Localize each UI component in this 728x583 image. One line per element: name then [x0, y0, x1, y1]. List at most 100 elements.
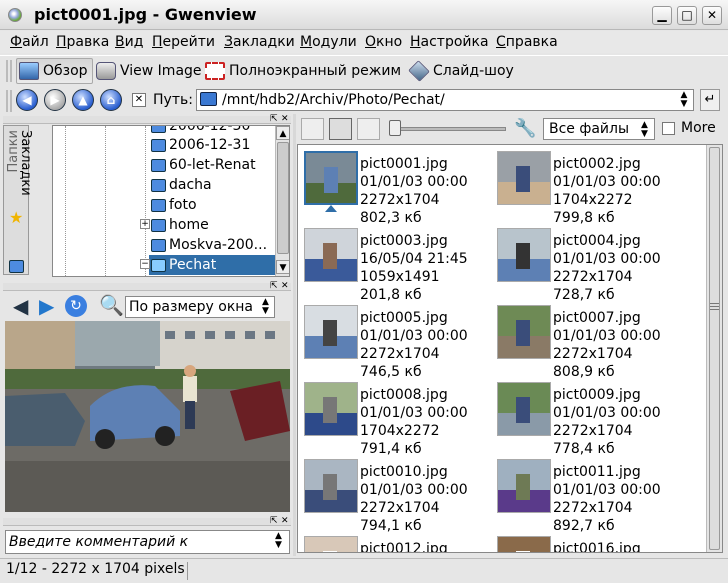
slideshow-button[interactable]: Слайд-шоу [407, 58, 518, 84]
folder-icon [151, 198, 166, 212]
next-icon[interactable]: ▶ [39, 294, 54, 318]
tree-item[interactable]: Moskva-200... [151, 235, 267, 255]
thumbnail-info[interactable]: pict0008.jpg 01/01/03 00:00 1704x2272 791,4… [360, 386, 468, 458]
tree-item[interactable]: dacha [151, 175, 212, 195]
menu-go[interactable]: Перейти [152, 34, 215, 50]
main-image [5, 321, 290, 512]
file-filter-select[interactable]: Все файлы [543, 118, 655, 140]
thumbnail-image[interactable] [304, 151, 358, 205]
tree-item[interactable]: 2006-12-31 [151, 135, 250, 155]
scroll-down-icon[interactable]: ▼ [276, 260, 289, 274]
thumbnail-info[interactable]: pict0005.jpg 01/01/03 00:00 2272x1704 746,5… [360, 309, 468, 381]
browse-button[interactable]: Обзор [16, 58, 93, 84]
view-image-button[interactable]: View Image [94, 58, 206, 84]
tree-item[interactable]: 60-let-Renat [151, 155, 256, 175]
thumbnail-size: 802,3 кб [360, 210, 422, 226]
menu-file[interactable]: Файл [10, 34, 49, 50]
slider-handle[interactable] [389, 120, 401, 136]
fullscreen-button[interactable]: Полноэкранный режим [203, 58, 405, 84]
previous-icon[interactable]: ◀ [13, 294, 28, 318]
scroll-thumb[interactable] [709, 147, 720, 550]
forward-icon[interactable]: ▶ [44, 89, 66, 111]
thumbnail-view-icon[interactable] [357, 118, 380, 140]
dock-close-icon[interactable]: ✕ [281, 281, 289, 291]
zoom-select[interactable]: По размеру окна [125, 296, 275, 318]
thumbnail-image[interactable] [497, 382, 551, 436]
up-icon[interactable]: ▲ [72, 89, 94, 111]
tree-item-selected[interactable]: Pechat [151, 255, 216, 275]
menu-window[interactable]: Окно [365, 34, 402, 50]
dock-float-icon[interactable]: ⇱ [270, 114, 278, 124]
zoom-dropdown-arrow[interactable]: ▲ ▼ [262, 298, 269, 316]
thumbnail-dims: 1059x1491 [360, 269, 440, 285]
thumbnail-info[interactable]: pict0016.jpg [553, 540, 641, 552]
folder-icon [200, 92, 217, 106]
thumbnail-info[interactable]: pict0012.jpg [360, 540, 448, 552]
tree-scrollbar[interactable]: ▲ ▼ [275, 126, 289, 276]
thumbnail-image[interactable] [497, 459, 551, 513]
close-button[interactable]: ✕ [702, 6, 722, 25]
scroll-up-icon[interactable]: ▲ [276, 126, 289, 140]
list-view-icon[interactable] [301, 118, 324, 140]
status-text: 1/12 - 2272 x 1704 pixels [6, 561, 185, 577]
thumbnail-dims: 2272x1704 [553, 269, 633, 285]
thumbnail-info[interactable]: pict0011.jpg 01/01/03 00:00 2272x1704 892,7… [553, 463, 661, 535]
menu-view[interactable]: Вид [115, 34, 143, 50]
thumbnail-info[interactable]: pict0007.jpg 01/01/03 00:00 2272x1704 808,9… [553, 309, 661, 381]
tab-bookmarks[interactable]: Закладки [18, 130, 33, 196]
clear-location-icon[interactable]: ✕ [132, 93, 146, 107]
thumbnail-info[interactable]: pict0010.jpg 01/01/03 00:00 2272x1704 794,1… [360, 463, 468, 535]
reload-icon[interactable]: ↻ [65, 295, 87, 317]
comment-scroll-arrows[interactable]: ▲ ▼ [275, 532, 282, 550]
minimize-button[interactable]: ▁ [652, 6, 672, 25]
toolbar-handle[interactable] [6, 60, 12, 82]
zoom-icon[interactable]: 🔍 [99, 293, 124, 317]
thumbnail-image[interactable] [497, 151, 551, 205]
more-checkbox[interactable] [662, 122, 675, 135]
thumbnail-info[interactable]: pict0004.jpg 01/01/03 00:00 2272x1704 728,7… [553, 232, 661, 304]
dock-float-icon[interactable]: ⇱ [270, 281, 278, 291]
thumbnail-info[interactable]: pict0002.jpg 01/01/03 00:00 1704x2272 799,8… [553, 155, 661, 227]
thumbnail-image[interactable] [304, 459, 358, 513]
collapse-icon[interactable]: − [140, 259, 150, 269]
path-label: Путь: [153, 92, 193, 108]
tree-item[interactable]: foto [151, 195, 197, 215]
expand-icon[interactable]: + [140, 219, 150, 229]
vertical-splitter[interactable] [293, 114, 296, 556]
menu-help[interactable]: Справка [496, 34, 558, 50]
detail-view-icon[interactable] [329, 118, 352, 140]
menu-bookmarks[interactable]: Закладки [224, 34, 295, 50]
path-dropdown-arrow[interactable]: ▲ ▼ [677, 91, 691, 109]
back-icon[interactable]: ◀ [16, 89, 38, 111]
thumbnail-image[interactable] [497, 536, 551, 552]
thumbnail-size-slider[interactable] [391, 127, 506, 131]
thumbnail-image[interactable] [497, 228, 551, 282]
home-icon[interactable]: ⌂ [100, 89, 122, 111]
thumbnail-image[interactable] [304, 536, 358, 552]
filter-dropdown-arrow[interactable]: ▲ ▼ [641, 121, 648, 139]
thumbnail-name: pict0001.jpg [360, 156, 448, 172]
thumbnail-image[interactable] [304, 382, 358, 436]
dock-close-icon[interactable]: ✕ [281, 516, 289, 526]
tree-item[interactable]: home [151, 215, 209, 235]
go-icon[interactable]: ↵ [700, 89, 720, 111]
menu-edit[interactable]: Правка [56, 34, 109, 50]
menu-plugins[interactable]: Модули [300, 34, 357, 50]
thumbnail-info[interactable]: pict0003.jpg 16/05/04 21:45 1059x1491 201,8… [360, 232, 468, 304]
thumbnail-size: 799,8 кб [553, 210, 615, 226]
thumbnail-image[interactable] [304, 228, 358, 282]
wrench-icon[interactable]: 🔧 [514, 118, 536, 139]
scroll-thumb[interactable] [277, 142, 289, 254]
thumbnail-info[interactable]: pict0001.jpg 01/01/03 00:00 2272x1704 802,3… [360, 155, 468, 227]
thumbnail-image[interactable] [497, 305, 551, 359]
thumbnail-image[interactable] [304, 305, 358, 359]
thumbnail-scrollbar[interactable] [706, 145, 722, 552]
dock-float-icon[interactable]: ⇱ [270, 516, 278, 526]
gwenview-app-icon[interactable] [8, 8, 22, 22]
thumbnail-info[interactable]: pict0009.jpg 01/01/03 00:00 2272x1704 778,4… [553, 386, 661, 458]
toolbar-handle[interactable] [6, 90, 12, 112]
menu-settings[interactable]: Настройка [410, 34, 489, 50]
dock-close-icon[interactable]: ✕ [281, 114, 289, 124]
maximize-button[interactable]: □ [677, 6, 697, 25]
folders-tab-icon[interactable] [9, 260, 24, 273]
